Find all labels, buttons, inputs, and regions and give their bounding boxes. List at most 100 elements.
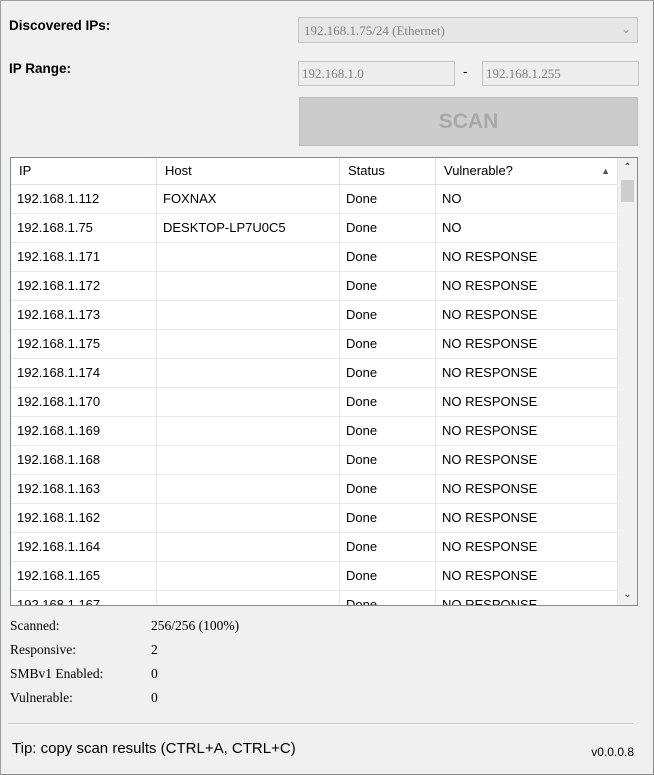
cell-ip: 192.168.1.173 (11, 301, 157, 329)
scroll-down-icon[interactable]: ⌄ (618, 586, 637, 604)
cell-status: Done (340, 504, 436, 532)
cell-host (157, 243, 340, 271)
cell-host (157, 446, 340, 474)
cell-vulnerable: NO RESPONSE (436, 446, 618, 474)
cell-vulnerable: NO RESPONSE (436, 504, 618, 532)
cell-ip: 192.168.1.164 (11, 533, 157, 561)
interface-select[interactable]: 192.168.1.75/24 (Ethernet) ⌄ (298, 17, 638, 43)
range-start-input[interactable]: 192.168.1.0 (298, 61, 455, 86)
cell-host (157, 301, 340, 329)
smbv1-value: 0 (151, 666, 158, 681)
cell-status: Done (340, 446, 436, 474)
responsive-label: Responsive: (10, 642, 76, 657)
cell-vulnerable: NO RESPONSE (436, 272, 618, 300)
cell-ip: 192.168.1.174 (11, 359, 157, 387)
cell-status: Done (340, 417, 436, 445)
range-end-input[interactable]: 192.168.1.255 (482, 61, 639, 86)
cell-host: DESKTOP-LP7U0C5 (157, 214, 340, 242)
cell-status: Done (340, 388, 436, 416)
version-label: v0.0.0.8 (591, 745, 634, 759)
table-row[interactable]: 192.168.1.172 Done NO RESPONSE (11, 272, 618, 301)
cell-vulnerable: NO RESPONSE (436, 388, 618, 416)
tip-text: Tip: copy scan results (CTRL+A, CTRL+C) (12, 740, 296, 757)
cell-ip: 192.168.1.175 (11, 330, 157, 358)
vertical-scrollbar[interactable]: ⌃ ⌄ (617, 158, 637, 605)
cell-host: FOXNAX (157, 185, 340, 213)
cell-status: Done (340, 243, 436, 271)
grid-header: IP Host Status Vulnerable? ▲ (11, 158, 618, 185)
results-grid[interactable]: IP Host Status Vulnerable? ▲ 192.168.1.1… (10, 157, 638, 606)
table-row[interactable]: 192.168.1.162 Done NO RESPONSE (11, 504, 618, 533)
table-row[interactable]: 192.168.1.174 Done NO RESPONSE (11, 359, 618, 388)
cell-host (157, 359, 340, 387)
cell-ip: 192.168.1.168 (11, 446, 157, 474)
cell-vulnerable: NO RESPONSE (436, 359, 618, 387)
cell-ip: 192.168.1.171 (11, 243, 157, 271)
cell-vulnerable: NO (436, 214, 618, 242)
ip-range-label: IP Range: (9, 61, 72, 76)
scanned-label: Scanned: (10, 618, 60, 633)
cell-status: Done (340, 301, 436, 329)
cell-vulnerable: NO RESPONSE (436, 591, 618, 605)
cell-vulnerable: NO RESPONSE (436, 562, 618, 590)
interface-select-value: 192.168.1.75/24 (Ethernet) (304, 23, 445, 38)
column-header-vulnerable[interactable]: Vulnerable? ▲ (436, 158, 618, 184)
cell-ip: 192.168.1.75 (11, 214, 157, 242)
smbv1-label: SMBv1 Enabled: (10, 666, 104, 681)
column-header-host[interactable]: Host (157, 158, 340, 184)
cell-ip: 192.168.1.165 (11, 562, 157, 590)
cell-ip: 192.168.1.167 (11, 591, 157, 605)
cell-host (157, 504, 340, 532)
table-row[interactable]: 192.168.1.170 Done NO RESPONSE (11, 388, 618, 417)
column-header-status[interactable]: Status (340, 158, 436, 184)
table-row[interactable]: 192.168.1.163 Done NO RESPONSE (11, 475, 618, 504)
column-header-vulnerable-label: Vulnerable? (444, 163, 513, 178)
cell-host (157, 475, 340, 503)
cell-host (157, 388, 340, 416)
table-row[interactable]: 192.168.1.164 Done NO RESPONSE (11, 533, 618, 562)
cell-status: Done (340, 185, 436, 213)
cell-vulnerable: NO RESPONSE (436, 243, 618, 271)
table-row[interactable]: 192.168.1.173 Done NO RESPONSE (11, 301, 618, 330)
cell-status: Done (340, 214, 436, 242)
vulnerable-label: Vulnerable: (10, 690, 73, 705)
scanned-value: 256/256 (100%) (151, 618, 240, 633)
cell-host (157, 591, 340, 605)
column-header-ip[interactable]: IP (11, 158, 157, 184)
scrollbar-thumb[interactable] (621, 180, 634, 202)
scroll-up-icon[interactable]: ⌃ (618, 159, 637, 177)
cell-host (157, 272, 340, 300)
cell-status: Done (340, 562, 436, 590)
cell-vulnerable: NO RESPONSE (436, 330, 618, 358)
table-row[interactable]: 192.168.1.168 Done NO RESPONSE (11, 446, 618, 475)
scan-button[interactable]: SCAN (299, 97, 638, 146)
cell-vulnerable: NO (436, 185, 618, 213)
cell-host (157, 533, 340, 561)
grid-rows: 192.168.1.112 FOXNAX Done NO 192.168.1.75 DES… (11, 185, 618, 605)
table-row[interactable]: 192.168.1.167 Done NO RESPONSE (11, 591, 618, 605)
table-row[interactable]: 192.168.1.75 DESKTOP-LP7U0C5 Done NO (11, 214, 618, 243)
table-row[interactable]: 192.168.1.171 Done NO RESPONSE (11, 243, 618, 272)
cell-ip: 192.168.1.162 (11, 504, 157, 532)
vulnerable-value: 0 (151, 690, 158, 705)
chevron-down-icon: ⌄ (620, 22, 631, 36)
table-row[interactable]: 192.168.1.112 FOXNAX Done NO (11, 185, 618, 214)
cell-ip: 192.168.1.172 (11, 272, 157, 300)
footer-divider (8, 723, 633, 725)
cell-ip: 192.168.1.169 (11, 417, 157, 445)
cell-status: Done (340, 591, 436, 605)
cell-ip: 192.168.1.170 (11, 388, 157, 416)
range-separator: - (463, 64, 468, 79)
table-row[interactable]: 192.168.1.165 Done NO RESPONSE (11, 562, 618, 591)
cell-vulnerable: NO RESPONSE (436, 475, 618, 503)
cell-vulnerable: NO RESPONSE (436, 301, 618, 329)
table-row[interactable]: 192.168.1.169 Done NO RESPONSE (11, 417, 618, 446)
table-row[interactable]: 192.168.1.175 Done NO RESPONSE (11, 330, 618, 359)
cell-ip: 192.168.1.112 (11, 185, 157, 213)
cell-host (157, 330, 340, 358)
cell-status: Done (340, 330, 436, 358)
cell-status: Done (340, 359, 436, 387)
cell-status: Done (340, 272, 436, 300)
sort-ascending-icon: ▲ (601, 166, 610, 176)
cell-vulnerable: NO RESPONSE (436, 533, 618, 561)
